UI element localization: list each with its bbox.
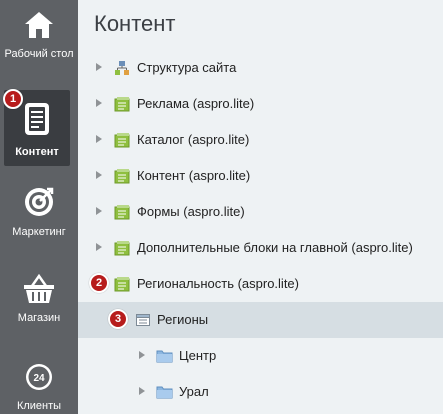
sidebar-item-label: Магазин — [17, 312, 61, 324]
tree-item-label: Регионы — [157, 312, 209, 327]
expand-arrow-icon[interactable] — [96, 243, 102, 251]
sidebar-item-shop[interactable]: Магазин — [0, 273, 78, 330]
site-structure-icon — [114, 60, 130, 79]
tree-item-catalog[interactable]: Каталог (aspro.lite) — [78, 122, 443, 158]
folder-icon — [156, 384, 173, 403]
expand-arrow-icon[interactable] — [96, 207, 102, 215]
expand-arrow-icon[interactable] — [96, 171, 102, 179]
tree-item-label: Каталог (aspro.lite) — [137, 132, 250, 147]
tree-item-label: Структура сайта — [137, 60, 237, 75]
iblock-icon — [114, 96, 130, 115]
left-sidebar: Рабочий стол Контент Маркетинг Магазин 2… — [0, 0, 78, 414]
sidebar-item-label: Контент — [15, 146, 59, 158]
tree-item-label: Региональность (aspro.lite) — [137, 276, 299, 291]
home-icon — [0, 10, 78, 44]
folder-icon — [156, 348, 173, 367]
clients-icon-text: 24 — [33, 373, 45, 384]
tree-item-label: Формы (aspro.lite) — [137, 204, 245, 219]
sidebar-item-desktop[interactable]: Рабочий стол — [0, 10, 78, 82]
sidebar-item-marketing[interactable]: Маркетинг — [0, 186, 78, 242]
expand-arrow-icon[interactable] — [96, 135, 102, 143]
tree-item-label: Контент (aspro.lite) — [137, 168, 251, 183]
tree-item-site-structure[interactable]: Структура сайта — [78, 50, 443, 86]
expand-arrow-icon[interactable] — [139, 351, 145, 359]
expand-arrow-icon[interactable] — [96, 99, 102, 107]
sidebar-item-label: Рабочий стол — [4, 48, 74, 60]
step-badge: 3 — [108, 309, 128, 329]
tree-item-ads[interactable]: Реклама (aspro.lite) — [78, 86, 443, 122]
tree-item-label: Дополнительные блоки на главной (aspro.l… — [137, 240, 413, 255]
tree-item-center[interactable]: Центр — [78, 338, 443, 374]
iblock-icon — [114, 168, 130, 187]
clients-icon: 24 — [0, 362, 78, 396]
tree-item-regions[interactable]: Регионы — [78, 302, 443, 338]
tree-item-label: Реклама (aspro.lite) — [137, 96, 255, 111]
target-icon — [0, 186, 78, 222]
sidebar-item-label: Маркетинг — [12, 226, 66, 238]
main-panel: Контент Структура сайта Реклама (aspro.l… — [78, 0, 443, 414]
tree-item-label: Урал — [179, 384, 209, 399]
step-badge: 2 — [89, 273, 109, 293]
sidebar-item-label: Клиенты — [16, 400, 62, 412]
basket-icon — [0, 273, 78, 308]
tree-item-extra-blocks[interactable]: Дополнительные блоки на главной (aspro.l… — [78, 230, 443, 266]
tree-item-ural[interactable]: Урал — [78, 374, 443, 410]
tree-item-label: Центр — [179, 348, 217, 363]
page-title: Контент — [94, 11, 176, 36]
step-badge: 1 — [3, 89, 23, 109]
iblock-icon — [114, 132, 130, 151]
tree-item-content[interactable]: Контент (aspro.lite) — [78, 158, 443, 194]
iblock-icon — [114, 276, 130, 295]
expand-arrow-icon[interactable] — [139, 387, 145, 395]
iblock-icon — [114, 240, 130, 259]
tree-item-forms[interactable]: Формы (aspro.lite) — [78, 194, 443, 230]
tree-item-regionality[interactable]: Региональность (aspro.lite) — [78, 266, 443, 302]
iblock-icon — [114, 204, 130, 223]
list-icon — [135, 312, 151, 331]
expand-arrow-icon[interactable] — [96, 63, 102, 71]
sidebar-item-clients[interactable]: 24 Клиенты — [0, 362, 78, 414]
